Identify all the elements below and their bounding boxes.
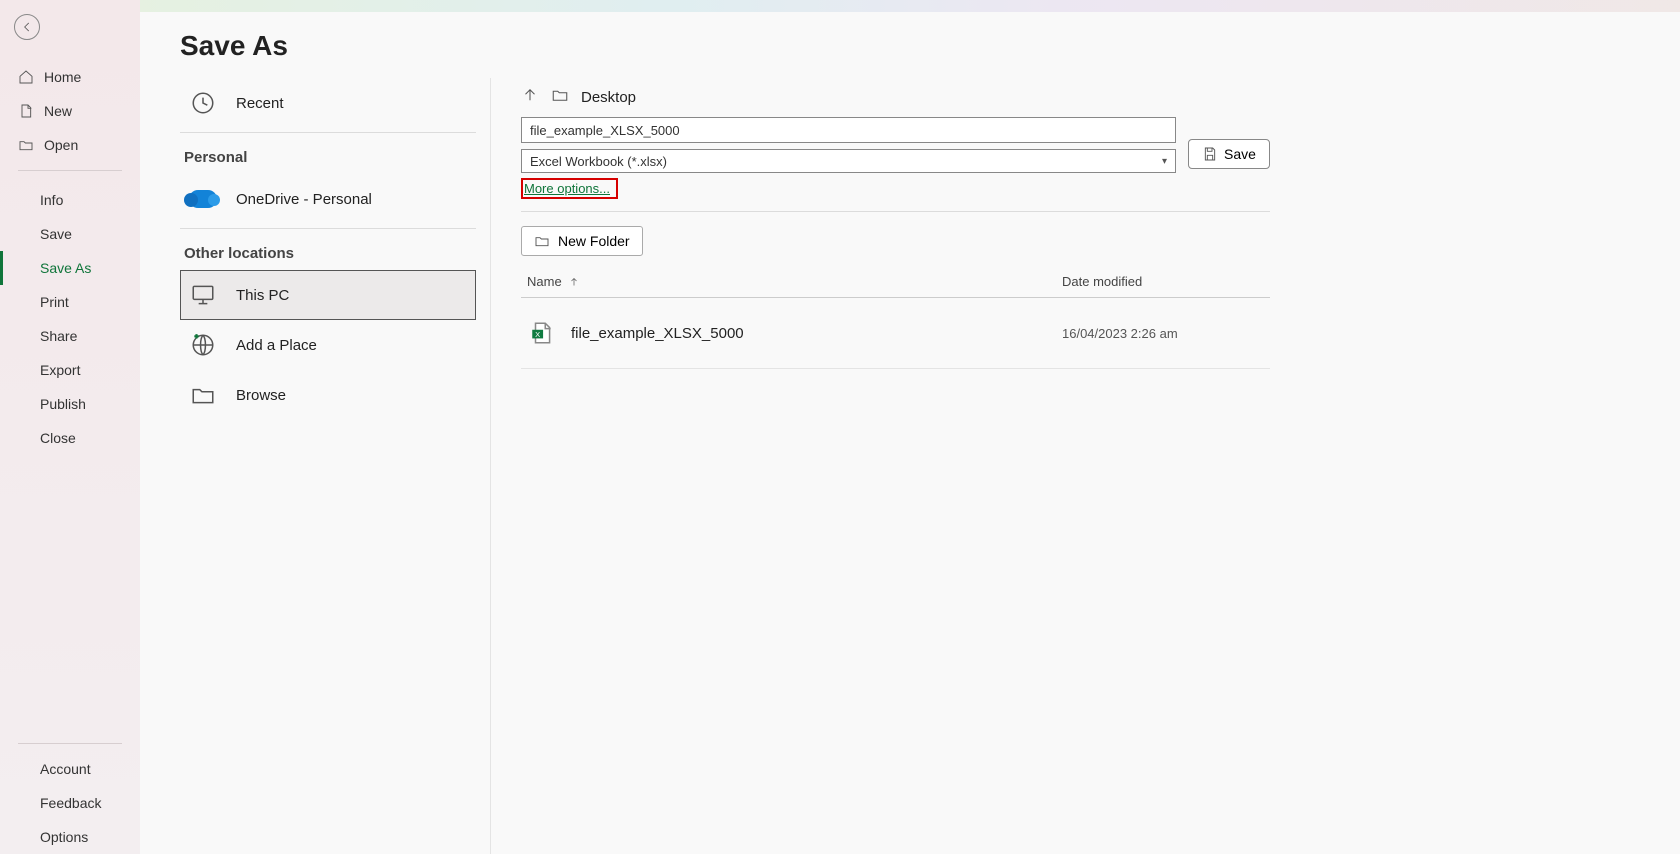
nav-home-label: Home	[44, 69, 81, 85]
home-icon	[18, 69, 34, 85]
nav-share[interactable]: Share	[0, 319, 140, 353]
backstage-sidebar: Home New Open Info Save Save As Print Sh…	[0, 0, 140, 854]
new-folder-label: New Folder	[558, 233, 630, 249]
file-row[interactable]: X file_example_XLSX_5000 16/04/2023 2:26…	[521, 298, 1270, 369]
main-area: Save As Recent Personal OneDrive - Perso…	[140, 0, 1680, 854]
locations-personal-heading: Personal	[180, 135, 476, 174]
file-icon	[18, 103, 34, 119]
nav-new[interactable]: New	[0, 94, 140, 128]
filetype-select[interactable]: Excel Workbook (*.xlsx) ▾	[521, 149, 1176, 173]
nav-save-as[interactable]: Save As	[0, 251, 140, 285]
nav-print[interactable]: Print	[0, 285, 140, 319]
location-onedrive[interactable]: OneDrive - Personal	[180, 174, 476, 224]
file-name: file_example_XLSX_5000	[571, 325, 1062, 342]
nav-publish[interactable]: Publish	[0, 387, 140, 421]
sort-asc-icon	[568, 276, 580, 288]
folder-icon	[188, 380, 218, 410]
location-add-place[interactable]: Add a Place	[180, 320, 476, 370]
arrow-left-icon	[20, 20, 34, 34]
sidebar-separator	[18, 170, 122, 171]
location-recent-label: Recent	[236, 95, 284, 112]
location-this-pc[interactable]: This PC	[180, 270, 476, 320]
back-button[interactable]	[14, 14, 40, 40]
nav-export[interactable]: Export	[0, 353, 140, 387]
location-onedrive-label: OneDrive - Personal	[236, 191, 372, 208]
svg-text:X: X	[535, 330, 540, 339]
filename-input[interactable]	[521, 117, 1176, 143]
nav-new-label: New	[44, 103, 72, 119]
nav-options[interactable]: Options	[0, 820, 140, 854]
nav-info[interactable]: Info	[0, 183, 140, 217]
excel-file-icon: X	[527, 318, 557, 348]
sidebar-separator-2	[18, 743, 122, 744]
current-path: Desktop	[581, 89, 636, 106]
nav-open[interactable]: Open	[0, 128, 140, 162]
save-icon	[1202, 146, 1218, 162]
arrow-up-icon	[521, 86, 539, 104]
column-name[interactable]: Name	[527, 274, 1062, 289]
save-row: Excel Workbook (*.xlsx) ▾ More options..…	[521, 117, 1270, 199]
nav-save[interactable]: Save	[0, 217, 140, 251]
locations-other-heading: Other locations	[180, 231, 476, 270]
filetype-select-value: Excel Workbook (*.xlsx)	[530, 154, 667, 169]
nav-home[interactable]: Home	[0, 60, 140, 94]
nav-open-label: Open	[44, 137, 78, 153]
new-folder-icon	[534, 233, 550, 249]
onedrive-icon	[188, 184, 218, 214]
file-date: 16/04/2023 2:26 am	[1062, 326, 1262, 341]
filelist-header: Name Date modified	[521, 256, 1270, 297]
locations-column: Recent Personal OneDrive - Personal Othe…	[140, 72, 490, 854]
nav-feedback[interactable]: Feedback	[0, 786, 140, 820]
folder-open-icon	[551, 86, 569, 104]
add-place-icon	[188, 330, 218, 360]
column-date[interactable]: Date modified	[1062, 274, 1262, 289]
chevron-down-icon: ▾	[1162, 156, 1167, 167]
location-browse[interactable]: Browse	[180, 370, 476, 420]
save-button-label: Save	[1224, 146, 1256, 162]
location-browse-label: Browse	[236, 387, 286, 404]
new-folder-button[interactable]: New Folder	[521, 226, 643, 256]
top-color-strip	[140, 0, 1680, 12]
details-column: Desktop Excel Workbook (*.xlsx) ▾ More o…	[490, 78, 1310, 854]
location-add-place-label: Add a Place	[236, 337, 317, 354]
current-folder-icon	[551, 86, 569, 109]
content-row: Recent Personal OneDrive - Personal Othe…	[140, 72, 1680, 854]
clock-icon	[188, 88, 218, 118]
this-pc-icon	[188, 280, 218, 310]
folder-open-icon	[18, 137, 34, 153]
path-row: Desktop	[521, 86, 1270, 109]
location-recent[interactable]: Recent	[180, 78, 476, 128]
page-title: Save As	[140, 12, 1680, 72]
nav-account[interactable]: Account	[0, 752, 140, 786]
nav-close[interactable]: Close	[0, 421, 140, 455]
up-button[interactable]	[521, 86, 539, 109]
more-options-link[interactable]: More options...	[521, 178, 618, 199]
location-this-pc-label: This PC	[236, 287, 289, 304]
save-inputs-column: Excel Workbook (*.xlsx) ▾ More options..…	[521, 117, 1176, 199]
save-button[interactable]: Save	[1188, 139, 1270, 169]
